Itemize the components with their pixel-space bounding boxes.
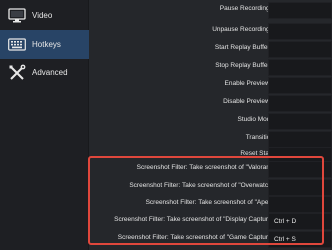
monitor-icon bbox=[8, 7, 26, 25]
hotkeys-list: Pause Recording * Unpause Recording * St… bbox=[90, 0, 332, 250]
settings-window: Video Hotkeys Advanced Pause Recording *… bbox=[0, 0, 332, 250]
hotkey-input[interactable] bbox=[268, 77, 332, 94]
hotkey-input[interactable]: Ctrl + S bbox=[268, 231, 332, 248]
sidebar-item-label: Video bbox=[32, 11, 53, 20]
hotkey-label: Screenshot Filter: Take screenshot of "G… bbox=[117, 234, 274, 241]
sidebar-item-video[interactable]: Video bbox=[0, 1, 89, 30]
hotkey-label: Stop Replay Buffer * bbox=[215, 62, 274, 69]
hotkey-label: Start Replay Buffer * bbox=[214, 44, 274, 51]
sidebar-item-label: Hotkeys bbox=[32, 40, 61, 49]
hotkey-row: Pause Recording * bbox=[90, 0, 332, 21]
hotkey-label: Pause Recording * bbox=[219, 5, 274, 12]
keyboard-icon bbox=[8, 36, 26, 54]
hotkey-input[interactable] bbox=[268, 2, 332, 19]
hotkey-label: Enable Preview * bbox=[224, 80, 275, 87]
hotkey-label: Disable Preview * bbox=[223, 98, 274, 105]
hotkey-label: Screenshot Filter: Take screenshot of "V… bbox=[136, 164, 274, 171]
hotkey-input[interactable] bbox=[268, 23, 332, 40]
hotkey-input[interactable] bbox=[268, 95, 332, 112]
wrench-screwdriver-icon bbox=[8, 64, 26, 82]
settings-sidebar: Video Hotkeys Advanced bbox=[0, 0, 89, 250]
sidebar-item-advanced[interactable]: Advanced bbox=[0, 58, 89, 87]
sidebar-item-label: Advanced bbox=[32, 68, 68, 77]
hotkey-label: Screenshot Filter: Take screenshot of "A… bbox=[145, 199, 274, 206]
hotkey-input[interactable] bbox=[268, 41, 332, 58]
hotkey-label: Screenshot Filter: Take screenshot of "D… bbox=[114, 216, 274, 223]
hotkey-input[interactable]: Ctrl + D bbox=[268, 213, 332, 230]
hotkey-row: Screenshot Filter: Take screenshot of "G… bbox=[90, 229, 332, 250]
sidebar-item-hotkeys[interactable]: Hotkeys bbox=[0, 30, 89, 59]
hotkey-label: Unpause Recording * bbox=[212, 26, 274, 33]
hotkey-input[interactable] bbox=[268, 161, 332, 178]
hotkey-label: Screenshot Filter: Take screenshot of "O… bbox=[129, 182, 274, 189]
hotkey-input[interactable] bbox=[268, 113, 332, 130]
hotkey-input[interactable] bbox=[268, 59, 332, 76]
